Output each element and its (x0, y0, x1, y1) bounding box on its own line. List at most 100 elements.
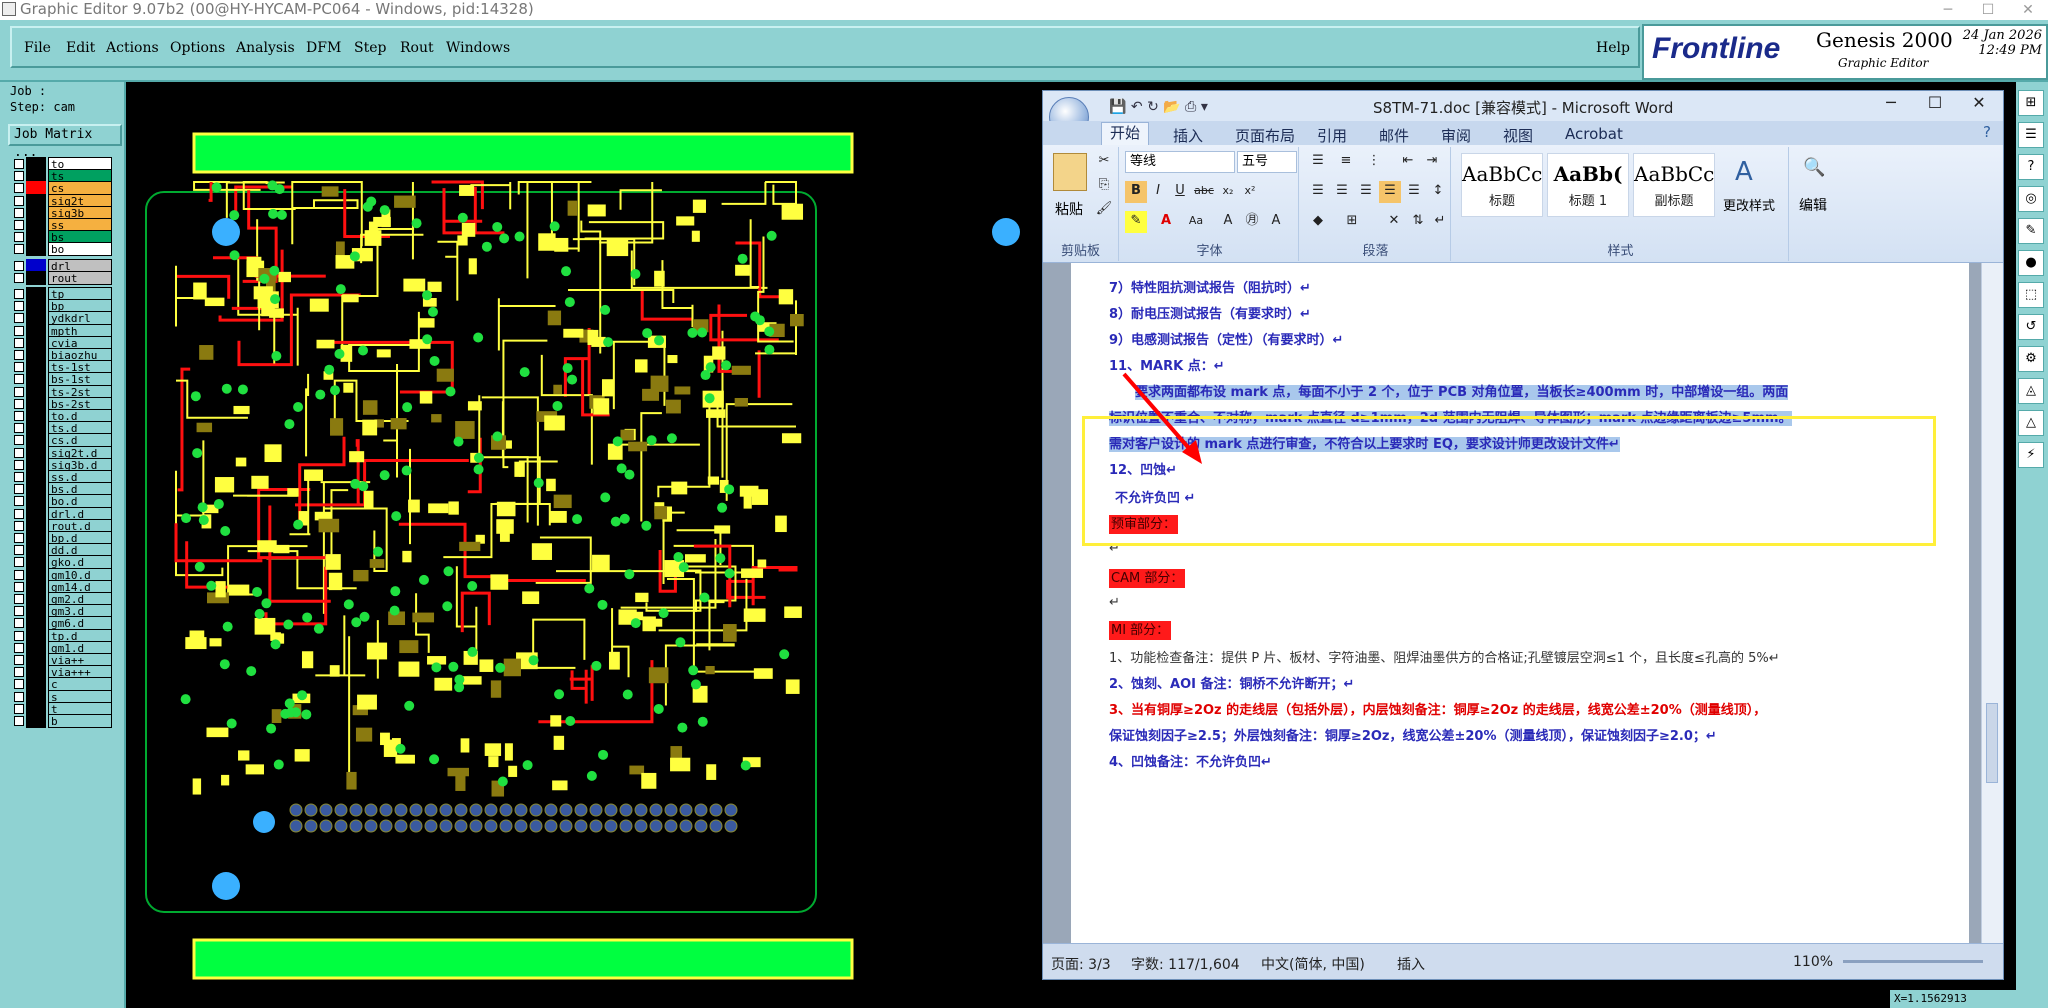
tab-review[interactable]: 审阅 (1441, 125, 1471, 146)
decrease-indent-icon[interactable]: ⇤ (1397, 151, 1419, 173)
bold-button[interactable]: B (1125, 181, 1147, 203)
tool-icon[interactable]: ◬ (2018, 378, 2044, 404)
maximize-icon[interactable]: ☐ (1968, 1, 2008, 19)
grow-font-icon[interactable]: A (1265, 211, 1287, 233)
word-maximize-icon[interactable]: ☐ (1913, 93, 1957, 112)
tool-icon[interactable]: ☰ (2018, 122, 2044, 148)
menu-step[interactable]: Step (354, 40, 386, 56)
tab-mailings[interactable]: 邮件 (1379, 125, 1409, 146)
strikethrough-button[interactable]: abc (1193, 181, 1215, 203)
align-left-icon[interactable]: ☰ (1307, 181, 1329, 203)
open-icon[interactable]: 📂 (1163, 99, 1180, 115)
pcb-canvas[interactable] (126, 82, 1046, 1008)
customize-qat-icon[interactable]: ▾ (1201, 99, 1208, 115)
layer-checkbox[interactable] (14, 272, 24, 283)
scroll-thumb[interactable] (1986, 703, 1998, 783)
layer-row[interactable]: b (12, 713, 132, 729)
menu-actions[interactable]: Actions (106, 40, 159, 56)
save-icon[interactable]: 💾 (1109, 99, 1126, 115)
tab-insert[interactable]: 插入 (1173, 125, 1203, 146)
tool-icon[interactable]: ◎ (2018, 186, 2044, 212)
distributed-icon[interactable]: ☰ (1403, 181, 1425, 203)
job-matrix-button[interactable]: Job Matrix ... (8, 124, 122, 160)
style-heading1[interactable]: AaBb( 标题 1 (1547, 153, 1629, 217)
font-color-icon[interactable]: A (1155, 211, 1177, 233)
tab-acrobat[interactable]: Acrobat (1565, 125, 1623, 143)
copy-icon[interactable]: ⎘ (1093, 175, 1115, 197)
multilevel-list-icon[interactable]: ⋮ (1363, 151, 1385, 173)
align-right-icon[interactable]: ☰ (1355, 181, 1377, 203)
layer-row[interactable]: bo (12, 241, 132, 257)
increase-indent-icon[interactable]: ⇥ (1421, 151, 1443, 173)
tab-view[interactable]: 视图 (1503, 125, 1533, 146)
layer-name[interactable]: rout (48, 270, 112, 285)
paste-button[interactable]: 粘贴 (1055, 199, 1083, 219)
tool-icon[interactable]: ✎ (2018, 218, 2044, 244)
word-close-icon[interactable]: ✕ (1957, 93, 2001, 112)
enclose-char-icon[interactable]: ㊊ (1241, 211, 1263, 233)
numbering-icon[interactable]: ≡ (1335, 151, 1357, 173)
change-case-icon[interactable]: Aa (1185, 211, 1207, 233)
connector-pin (469, 803, 483, 817)
layer-checkbox[interactable] (14, 244, 24, 255)
menu-help[interactable]: Help (1596, 40, 1630, 56)
font-name-select[interactable]: 等线 (1125, 151, 1235, 173)
document-page[interactable]: 7）特性阻抗测试报告（阻抗时）↵ 8）耐电压测试报告（有要求时）↵ 9）电感测试… (1071, 263, 1969, 943)
format-painter-icon[interactable]: 🖌 (1093, 199, 1115, 221)
highlight-icon[interactable]: ✎ (1125, 211, 1147, 233)
zoom-slider[interactable] (1843, 960, 1983, 963)
help-icon[interactable]: ? (1983, 123, 1991, 141)
insert-mode[interactable]: 插入 (1397, 954, 1425, 974)
change-styles-button[interactable]: 更改样式 (1723, 195, 1775, 214)
tool-icon[interactable]: ⚙ (2018, 346, 2044, 372)
edit-button[interactable]: 编辑 (1799, 195, 1827, 215)
tool-icon[interactable]: ● (2018, 250, 2044, 276)
menu-dfm[interactable]: DFM (306, 40, 341, 56)
underline-button[interactable]: U (1169, 181, 1191, 203)
layer-name[interactable]: bo (48, 242, 112, 257)
cut-icon[interactable]: ✂ (1093, 151, 1115, 173)
menu-analysis[interactable]: Analysis (236, 40, 295, 56)
tool-icon[interactable]: ⊞ (2018, 90, 2044, 116)
show-marks-icon[interactable]: ↵ (1429, 211, 1451, 233)
superscript-button[interactable]: x² (1239, 181, 1261, 203)
vertical-scrollbar[interactable] (1981, 263, 2003, 943)
sort-icon[interactable]: ⇅ (1407, 211, 1429, 233)
style-subtitle[interactable]: AaBbCc 副标题 (1633, 153, 1715, 217)
tab-home[interactable]: 开始 (1101, 122, 1149, 145)
tool-icon[interactable]: ↺ (2018, 314, 2044, 340)
bullets-icon[interactable]: ☰ (1307, 151, 1329, 173)
italic-button[interactable]: I (1147, 181, 1169, 203)
subscript-button[interactable]: x₂ (1217, 181, 1239, 203)
align-center-icon[interactable]: ☰ (1331, 181, 1353, 203)
tool-icon[interactable]: ⚡ (2018, 442, 2044, 468)
shading-icon[interactable]: ◆ (1307, 211, 1329, 233)
tool-icon[interactable]: ? (2018, 154, 2044, 180)
font-size-select[interactable]: 五号 (1237, 151, 1297, 173)
word-minimize-icon[interactable]: ─ (1869, 93, 1913, 112)
char-shading-icon[interactable]: A (1217, 211, 1239, 233)
layer-name[interactable]: b (48, 714, 112, 728)
justify-icon[interactable]: ☰ (1379, 181, 1401, 203)
line-spacing-icon[interactable]: ↕ (1427, 181, 1449, 203)
tab-page-layout[interactable]: 页面布局 (1235, 125, 1295, 146)
tool-icon[interactable]: △ (2018, 410, 2044, 436)
menu-file[interactable]: File (24, 40, 51, 56)
menu-rout[interactable]: Rout (400, 40, 434, 56)
menu-edit[interactable]: Edit (66, 40, 95, 56)
print-icon[interactable]: ⎙ (1185, 99, 1196, 115)
layer-row[interactable]: rout (12, 270, 132, 286)
undo-icon[interactable]: ↶ (1131, 99, 1143, 115)
minimize-icon[interactable]: ─ (1928, 1, 1968, 19)
style-title[interactable]: AaBbCc 标题 (1461, 153, 1543, 217)
tab-references[interactable]: 引用 (1317, 125, 1347, 146)
layer-checkbox[interactable] (14, 716, 24, 726)
close-icon[interactable]: ✕ (2008, 1, 2048, 19)
redo-icon[interactable]: ↻ (1147, 99, 1159, 115)
group-edit: 🔍 编辑 (1791, 147, 1837, 261)
borders-icon[interactable]: ⊞ (1341, 211, 1363, 233)
tool-icon[interactable]: ⬚ (2018, 282, 2044, 308)
menu-windows[interactable]: Windows (446, 40, 510, 56)
chinese-layout-icon[interactable]: ✕ (1383, 211, 1405, 233)
menu-options[interactable]: Options (170, 40, 225, 56)
